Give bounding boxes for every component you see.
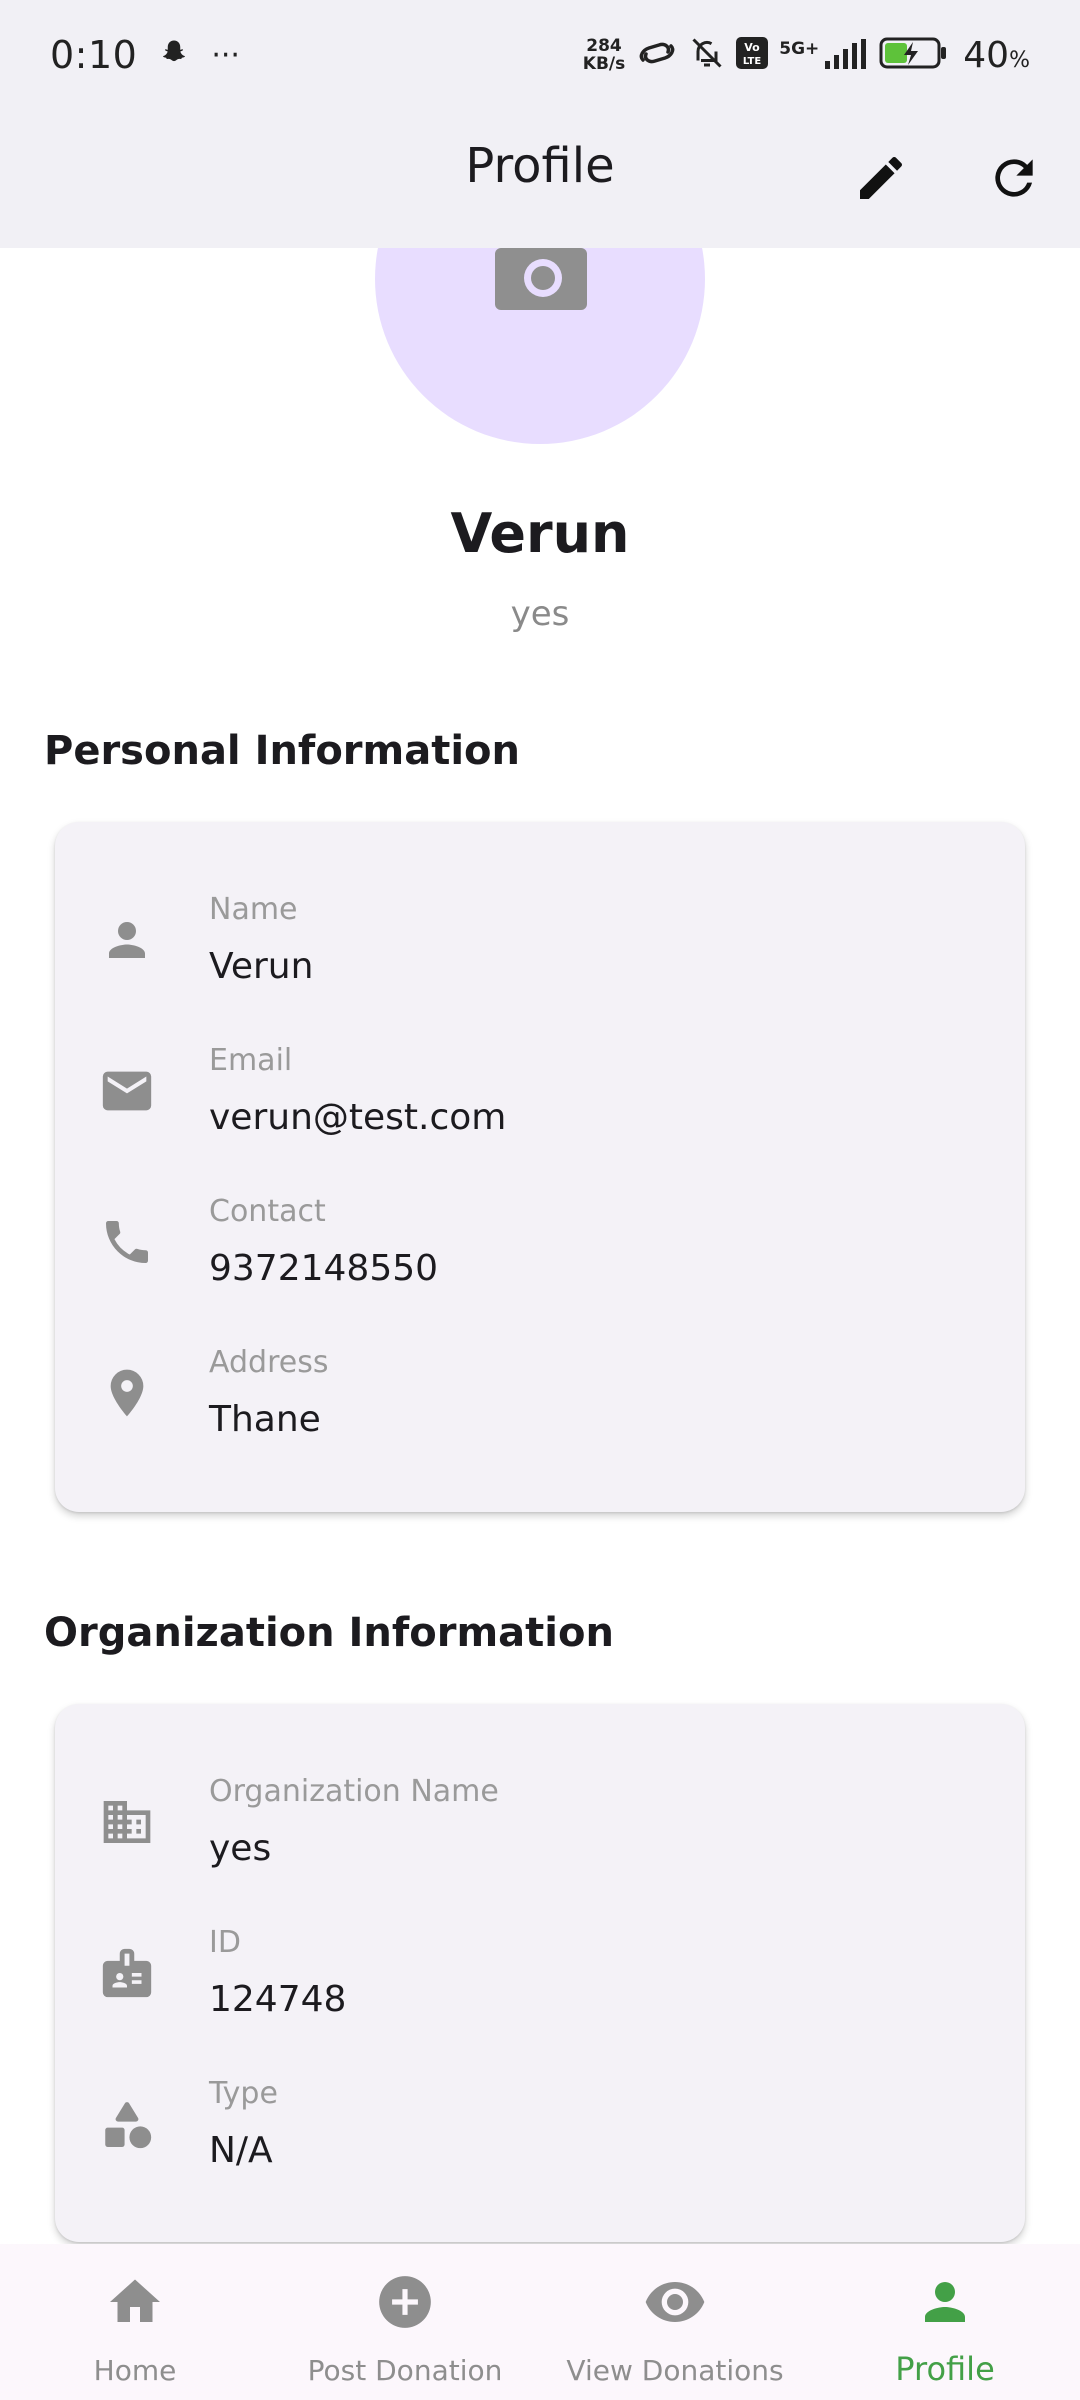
status-bar: 0:10 ··· 284 KB/s Vo LTE 5G+ 40% <box>0 0 1080 110</box>
location-icon <box>97 1363 157 1423</box>
badge-icon <box>97 1943 157 2003</box>
network-type: 5G+ <box>779 39 820 59</box>
info-row-address: Address Thane <box>55 1319 1025 1469</box>
nav-label: View Donations <box>566 2354 784 2387</box>
nav-item-view-donations[interactable]: View Donations <box>540 2244 810 2400</box>
app-bar: Profile <box>0 110 1080 248</box>
battery-icon <box>879 36 949 74</box>
info-value: verun@test.com <box>209 1097 507 1138</box>
info-row-contact: Contact 9372148550 <box>55 1168 1025 1318</box>
info-label: Address <box>209 1345 329 1380</box>
personal-info-card: Name Verun Email verun@test.com Contact … <box>55 822 1025 1512</box>
nav-label: Profile <box>895 2350 995 2388</box>
pencil-icon <box>860 156 903 199</box>
volte-icon: Vo LTE <box>735 36 769 74</box>
nav-item-home[interactable]: Home <box>0 2244 270 2400</box>
info-value: 124748 <box>209 1979 347 2020</box>
battery-unit: % <box>1009 47 1030 73</box>
person-icon <box>97 910 157 970</box>
add-circle-icon <box>373 2270 437 2334</box>
category-icon <box>97 2094 157 2154</box>
phone-icon <box>97 1212 157 1272</box>
link-icon <box>635 38 679 72</box>
info-label: Name <box>209 892 298 927</box>
info-label: Type <box>209 2076 278 2111</box>
eye-icon <box>643 2270 707 2334</box>
nav-label: Home <box>93 2354 177 2387</box>
info-label: Email <box>209 1043 293 1078</box>
status-right: 284 KB/s Vo LTE 5G+ 40% <box>583 35 1030 76</box>
profile-screen: 0:10 ··· 284 KB/s Vo LTE 5G+ 40% Profile… <box>0 0 1080 2400</box>
profile-name: Verun <box>450 502 630 565</box>
net-speed: 284 KB/s <box>583 37 625 73</box>
svg-text:Vo: Vo <box>745 41 761 54</box>
person-icon <box>913 2270 977 2334</box>
nav-item-profile[interactable]: Profile <box>810 2244 1080 2400</box>
info-label: Organization Name <box>209 1774 499 1809</box>
info-row-email: Email verun@test.com <box>55 1017 1025 1167</box>
snapchat-icon <box>159 38 189 72</box>
organization-info-card: Organization Name yes ID 124748 Type N/A <box>55 1704 1025 2242</box>
email-icon <box>97 1061 157 1121</box>
nav-label: Post Donation <box>307 2354 503 2387</box>
organization-info-title: Organization Information <box>44 1610 614 1656</box>
bottom-navigation: Home Post Donation View Donations Profil… <box>0 2244 1080 2400</box>
status-time: 0:10 <box>50 33 138 77</box>
refresh-icon <box>995 159 1033 197</box>
info-value: Verun <box>209 946 314 987</box>
svg-text:LTE: LTE <box>743 56 762 67</box>
info-row-name: Name Verun <box>55 866 1025 1016</box>
personal-info-title: Personal Information <box>44 728 520 774</box>
edit-profile-button[interactable] <box>843 140 919 216</box>
battery-percent: 40% <box>963 35 1030 76</box>
status-left: 0:10 ··· <box>50 33 240 77</box>
info-row-org-name: Organization Name yes <box>55 1748 1025 1898</box>
info-value: 9372148550 <box>209 1248 439 1289</box>
home-icon <box>103 2270 167 2334</box>
profile-organization: yes <box>510 594 570 634</box>
battery-value: 40 <box>963 34 1010 76</box>
building-icon <box>97 1792 157 1852</box>
info-label: ID <box>209 1925 241 1960</box>
info-row-type: Type N/A <box>55 2050 1025 2200</box>
info-value: N/A <box>209 2130 273 2171</box>
info-row-id: ID 124748 <box>55 1899 1025 2049</box>
refresh-button[interactable] <box>976 140 1052 216</box>
more-notifications-icon: ··· <box>211 37 240 73</box>
info-value: Thane <box>209 1399 321 1440</box>
nav-item-post-donation[interactable]: Post Donation <box>270 2244 540 2400</box>
bell-off-icon <box>689 35 725 75</box>
info-label: Contact <box>209 1194 326 1229</box>
signal-icon: 5G+ <box>779 39 869 71</box>
info-value: yes <box>209 1828 272 1869</box>
net-speed-unit: KB/s <box>582 54 626 74</box>
net-speed-value: 284 <box>586 36 622 56</box>
